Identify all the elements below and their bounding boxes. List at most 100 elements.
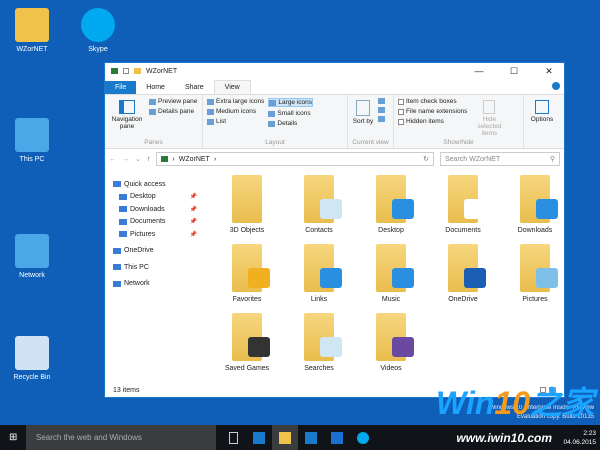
nav-item-network[interactable]: Network bbox=[105, 278, 205, 291]
nav-icon bbox=[119, 206, 127, 213]
taskbar: ⊞ Search the web and Windows www.iwin10.… bbox=[0, 425, 600, 450]
clock[interactable]: 2:23 04.06.2015 bbox=[563, 429, 596, 447]
pin-icon[interactable]: 📌 bbox=[190, 206, 197, 213]
help-icon[interactable] bbox=[552, 82, 560, 90]
hide-selected-items-button[interactable]: Hide selected items bbox=[471, 98, 507, 145]
desktop-icon-network[interactable]: Network bbox=[2, 234, 62, 279]
close-button[interactable]: ✕ bbox=[534, 66, 564, 77]
nav-icon bbox=[113, 181, 121, 188]
pin-icon[interactable]: 📌 bbox=[190, 231, 197, 238]
nav-item-downloads[interactable]: Downloads 📌 bbox=[105, 203, 205, 216]
layout-details[interactable]: Details bbox=[268, 120, 313, 127]
folder-item-videos[interactable]: Videos bbox=[355, 313, 427, 372]
folder-item-pictures[interactable]: Pictures bbox=[499, 244, 571, 303]
forward-button[interactable]: → bbox=[122, 156, 129, 163]
new-folder-icon[interactable] bbox=[134, 68, 141, 74]
nav-item-quick-access[interactable]: Quick access bbox=[105, 178, 205, 191]
folder-icon bbox=[520, 175, 558, 223]
folder-item-searches[interactable]: Searches bbox=[283, 313, 355, 372]
nav-icon bbox=[113, 264, 121, 271]
recent-dropdown[interactable]: ⌄ bbox=[135, 155, 141, 163]
nav-icon bbox=[119, 193, 127, 200]
folder-icon bbox=[304, 244, 342, 292]
items-view: 3D Objects Contacts Desktop Documents Downlo… bbox=[211, 175, 564, 372]
layout-small-icons[interactable]: Small icons bbox=[268, 110, 313, 117]
maximize-button[interactable]: ☐ bbox=[499, 66, 529, 77]
folder-icon bbox=[376, 244, 414, 292]
tab-view[interactable]: View bbox=[213, 80, 251, 94]
layout-medium-icons[interactable]: Medium icons bbox=[207, 108, 264, 115]
tab-share[interactable]: Share bbox=[175, 81, 214, 94]
folder-item-music[interactable]: Music bbox=[355, 244, 427, 303]
group-by-icon[interactable] bbox=[378, 98, 385, 104]
folder-icon bbox=[376, 313, 414, 361]
folder-icon bbox=[232, 175, 262, 223]
folder-item-saved-games[interactable]: Saved Games bbox=[211, 313, 283, 372]
layout-extra-large-icons[interactable]: Extra large icons bbox=[207, 98, 264, 105]
search-icon: ⚲ bbox=[549, 156, 555, 163]
nav-icon bbox=[119, 231, 127, 238]
folder-item-contacts[interactable]: Contacts bbox=[283, 175, 355, 234]
size-columns-icon[interactable] bbox=[378, 116, 385, 122]
ribbon: Navigation pane Preview pane Details pane… bbox=[105, 94, 564, 149]
folder-item-favorites[interactable]: Favorites bbox=[211, 244, 283, 303]
folder-item-documents[interactable]: Documents bbox=[427, 175, 499, 234]
desktop-icon-skype[interactable]: Skype bbox=[68, 8, 128, 53]
start-button[interactable]: ⊞ bbox=[9, 432, 17, 443]
folder-item-onedrive[interactable]: OneDrive bbox=[427, 244, 499, 303]
teamviewer-taskbar-button[interactable] bbox=[324, 425, 350, 450]
folder-item-downloads[interactable]: Downloads bbox=[499, 175, 571, 234]
back-button[interactable]: ← bbox=[109, 156, 116, 163]
taskbar-search[interactable]: Search the web and Windows bbox=[26, 425, 216, 450]
desktop-icon-wzornet[interactable]: WZorNET bbox=[2, 8, 62, 53]
folder-item-desktop[interactable]: Desktop bbox=[355, 175, 427, 234]
nav-item-this-pc[interactable]: This PC bbox=[105, 261, 205, 274]
pin-icon[interactable]: 📌 bbox=[190, 218, 197, 225]
layout-large-icons[interactable]: Large icons bbox=[268, 98, 314, 107]
skype-taskbar-button[interactable] bbox=[350, 425, 376, 450]
nav-icon bbox=[113, 247, 121, 254]
preview-pane-button[interactable]: Preview pane bbox=[149, 98, 197, 105]
properties-icon[interactable] bbox=[123, 68, 129, 74]
file-explorer-window: WZorNET — ☐ ✕ File Home Share View Navig… bbox=[104, 62, 565, 398]
details-pane-button[interactable]: Details pane bbox=[149, 108, 197, 115]
nav-item-onedrive[interactable]: OneDrive bbox=[105, 245, 205, 258]
title-bar: WZorNET — ☐ ✕ bbox=[105, 63, 564, 79]
add-columns-icon[interactable] bbox=[378, 107, 385, 113]
options-icon bbox=[535, 100, 549, 114]
task-view-button[interactable] bbox=[220, 425, 246, 450]
pin-icon[interactable]: 📌 bbox=[190, 193, 197, 200]
folder-icon bbox=[304, 313, 342, 361]
file-name-extensions-checkbox[interactable]: File name extensions bbox=[398, 108, 467, 115]
user-icon bbox=[161, 156, 169, 162]
folder-item-links[interactable]: Links bbox=[283, 244, 355, 303]
watermark-logo: Win10之家 bbox=[436, 385, 594, 421]
up-button[interactable]: ↑ bbox=[147, 156, 151, 163]
nav-item-documents[interactable]: Documents 📌 bbox=[105, 216, 205, 229]
layout-list[interactable]: List bbox=[207, 118, 264, 125]
options-button[interactable]: Options bbox=[524, 95, 560, 148]
current-view-group: Sort by Current view bbox=[348, 95, 394, 148]
address-bar-row: ← → ⌄ ↑ › WZorNET › ↻ Search WZorNET ⚲ bbox=[105, 149, 564, 169]
tab-home[interactable]: Home bbox=[136, 81, 175, 94]
folder-item-3d-objects[interactable]: 3D Objects bbox=[211, 175, 283, 234]
nav-icon bbox=[113, 280, 121, 287]
file-explorer-taskbar-button[interactable] bbox=[272, 425, 298, 450]
layout-group: Extra large icons Medium icons List Large … bbox=[203, 95, 348, 148]
edge-taskbar-button[interactable] bbox=[246, 425, 272, 450]
refresh-icon[interactable]: ↻ bbox=[423, 155, 429, 163]
desktop-icon-this-pc[interactable]: This PC bbox=[2, 118, 62, 163]
nav-item-desktop[interactable]: Desktop 📌 bbox=[105, 191, 205, 204]
navigation-pane-button[interactable]: Navigation pane bbox=[109, 98, 145, 145]
minimize-button[interactable]: — bbox=[464, 66, 494, 76]
search-input[interactable]: Search WZorNET ⚲ bbox=[440, 152, 560, 166]
network-icon bbox=[15, 234, 49, 268]
desktop-icon-recycle-bin[interactable]: Recycle Bin bbox=[2, 336, 62, 381]
tab-file[interactable]: File bbox=[105, 81, 137, 94]
sort-by-button[interactable]: Sort by bbox=[352, 98, 374, 145]
item-check-boxes-checkbox[interactable]: Item check boxes bbox=[398, 98, 467, 105]
hidden-items-checkbox[interactable]: Hidden items bbox=[398, 118, 467, 125]
store-taskbar-button[interactable] bbox=[298, 425, 324, 450]
nav-item-pictures[interactable]: Pictures 📌 bbox=[105, 228, 205, 241]
address-bar[interactable]: › WZorNET › ↻ bbox=[156, 152, 434, 166]
